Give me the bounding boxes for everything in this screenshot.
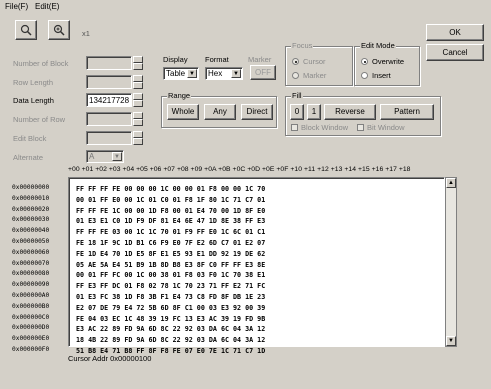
display-select[interactable]: Table ▼ (163, 67, 199, 80)
hex-row[interactable]: E2 07 DE 79 E4 72 5B 6D 8F C1 00 03 E3 9… (76, 303, 265, 314)
address-label: 0x00000070 (12, 259, 50, 267)
bit-window-label: Bit Window (367, 123, 405, 132)
hex-row[interactable]: FF FF FF FE 00 00 00 1C 00 00 01 F8 00 0… (76, 184, 265, 195)
insert-radio[interactable] (361, 72, 368, 79)
address-label: 0x000000D0 (12, 324, 50, 332)
number-of-row-label: Number of Row (13, 115, 66, 124)
row-length-label: Row Length (13, 78, 54, 87)
edit-block-label: Edit Block (13, 134, 47, 143)
address-label: 0x00000080 (12, 270, 50, 278)
fill-reverse-button[interactable]: Reverse (324, 104, 376, 120)
fill-one-button[interactable]: 1 (307, 104, 321, 120)
menu-file[interactable]: File(F) (5, 2, 28, 11)
scroll-up-icon[interactable]: ▲ (446, 178, 456, 188)
focus-group: Focus (285, 41, 353, 86)
edit-block-field[interactable] (86, 131, 132, 145)
chevron-down-icon: ▼ (112, 152, 122, 161)
data-length-field[interactable]: 134217728 (86, 93, 132, 107)
hex-row[interactable]: 01 E3 FC 38 1D F8 3B F1 E4 73 C8 FD 8F D… (76, 292, 265, 303)
hex-row[interactable]: 00 01 FF E0 00 1C 01 C0 01 F8 1F 80 1C 7… (76, 195, 265, 206)
format-value: Hex (208, 69, 223, 78)
alternate-label: Alternate (13, 153, 44, 162)
number-of-block-field[interactable] (86, 56, 132, 70)
format-label: Format (205, 55, 229, 64)
marker-off-button[interactable]: OFF (250, 65, 276, 80)
hex-row[interactable]: 05 AE 5A E4 51 B9 1B 8D B8 E3 8F C0 FF F… (76, 260, 265, 271)
marker-label: Marker (248, 55, 272, 64)
range-any-button[interactable]: Any (204, 104, 236, 120)
address-label: 0x00000030 (12, 216, 50, 224)
display-value: Table (166, 69, 186, 78)
hex-row[interactable]: FF FF FE 03 00 1C 1C 70 01 F9 FF E0 1C 6… (76, 227, 265, 238)
zoom-level: x1 (82, 29, 90, 38)
block-window-label: Block Window (301, 123, 349, 132)
hex-column-header: +00 +01 +02 +03 +04 +05 +06 +07 +08 +09 … (68, 166, 411, 173)
address-label: 0x000000B0 (12, 302, 50, 310)
address-label: 0x000000E0 (12, 335, 50, 343)
overwrite-label: Overwrite (372, 57, 405, 66)
focus-cursor-radio[interactable] (292, 58, 299, 65)
format-select[interactable]: Hex ▼ (205, 67, 243, 80)
address-label: 0x00000040 (12, 227, 50, 235)
hex-data-area[interactable]: FF FF FF FE 00 00 00 1C 00 00 01 F8 00 0… (68, 177, 445, 355)
block-window-checkbox[interactable] (291, 124, 298, 131)
address-label: 0x00000010 (12, 194, 50, 202)
hex-row[interactable]: FF FF FE 1C 00 00 1D F8 00 01 E4 70 00 1… (76, 206, 265, 217)
alternate-select[interactable]: A ▼ (86, 150, 124, 163)
focus-marker-radio[interactable] (292, 72, 299, 79)
hex-row[interactable]: FE 04 03 EC 1C 48 39 19 FC 13 E3 AC 39 1… (76, 314, 265, 325)
address-column: 0x00000000 0x00000010 0x00000020 0x00000030… (12, 183, 49, 356)
address-label: 0x00000090 (12, 281, 50, 289)
hex-row[interactable]: E3 AC 22 89 FD 9A 6D 8C 22 92 03 DA 6C 0… (76, 324, 265, 335)
insert-label: Insert (372, 71, 391, 80)
magnifier-plus-icon (53, 24, 65, 36)
display-label: Display (163, 55, 188, 64)
vertical-scrollbar[interactable]: ▲ ▼ (445, 177, 457, 347)
magnifier-icon (20, 24, 32, 36)
hex-row[interactable]: FE 1D E4 70 1D E5 8F E1 E5 93 E1 DD 92 1… (76, 249, 265, 260)
scroll-down-icon[interactable]: ▼ (446, 336, 456, 346)
hex-row[interactable]: FE 18 1F 9C 1D B1 C6 F9 E0 7F E2 6D C7 0… (76, 238, 265, 249)
number-of-block-label: Number of Block (13, 59, 69, 68)
range-direct-button[interactable]: Direct (241, 104, 273, 120)
hex-row[interactable]: 18 4B 22 89 FD 9A 6D 8C 22 92 03 DA 6C 0… (76, 335, 265, 346)
hex-data-rows[interactable]: FF FF FF FE 00 00 00 1C 00 00 01 F8 00 0… (76, 184, 265, 357)
menu-bar: File(F) Edit(E) (0, 0, 491, 14)
address-label: 0x00000060 (12, 248, 50, 256)
address-label: 0x00000000 (12, 184, 50, 191)
chevron-down-icon: ▼ (187, 69, 197, 78)
cursor-address-status: Cursor Addr 0x00000100 (68, 354, 152, 363)
fill-group-title: Fill (291, 91, 303, 100)
hex-row[interactable]: 00 01 FF FC 00 1C 00 38 01 F8 03 F0 1C 7… (76, 270, 265, 281)
focus-marker-label: Marker (303, 71, 327, 80)
overwrite-radio[interactable] (361, 58, 368, 65)
hex-row[interactable]: 01 E3 E1 C0 1D F9 DF 81 E4 6E 47 1D 8E 3… (76, 216, 265, 227)
number-of-row-field[interactable] (86, 112, 132, 126)
row-length-field[interactable] (86, 75, 132, 89)
range-whole-button[interactable]: Whole (167, 104, 199, 120)
zoom-out-button[interactable] (15, 20, 37, 40)
bit-window-checkbox[interactable] (357, 124, 364, 131)
alternate-value: A (89, 152, 95, 161)
data-length-label: Data Length (13, 96, 54, 105)
chevron-down-icon: ▼ (231, 69, 241, 78)
address-label: 0x000000A0 (12, 291, 50, 299)
focus-cursor-label: Cursor (303, 57, 326, 66)
address-label: 0x00000020 (12, 205, 50, 213)
address-label: 0x00000050 (12, 237, 50, 245)
focus-group-title: Focus (291, 41, 314, 50)
zoom-in-button[interactable] (48, 20, 70, 40)
address-label: 0x000000C0 (12, 313, 50, 321)
ok-button[interactable]: OK (426, 24, 484, 41)
edit-mode-group: Edit Mode (354, 41, 420, 86)
menu-edit[interactable]: Edit(E) (35, 2, 59, 11)
hex-row[interactable]: FF E3 FF DC 01 F8 02 78 1C 70 23 71 FF E… (76, 281, 265, 292)
cancel-button[interactable]: Cancel (426, 44, 484, 61)
edit-mode-group-title: Edit Mode (360, 41, 396, 50)
fill-zero-button[interactable]: 0 (290, 104, 304, 120)
range-group-title: Range (167, 91, 192, 100)
fill-pattern-button[interactable]: Pattern (380, 104, 434, 120)
address-label: 0x000000F0 (12, 345, 50, 353)
